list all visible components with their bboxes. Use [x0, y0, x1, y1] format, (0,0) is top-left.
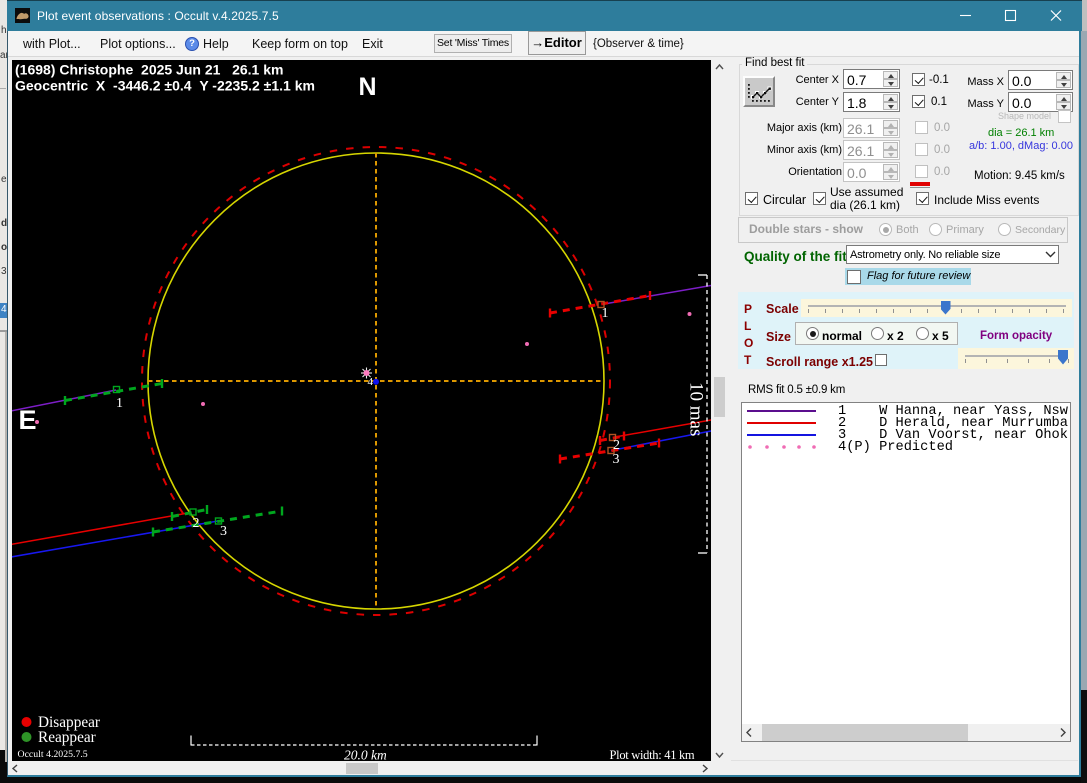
- svg-text:Occult 4.2025.7.5: Occult 4.2025.7.5: [18, 749, 88, 760]
- svg-text:20.0 km: 20.0 km: [344, 748, 387, 762]
- svg-text:3: 3: [220, 524, 227, 539]
- svg-text:(1698) Christophe 2025 Jun 21: (1698) Christophe 2025 Jun 21 26.1 km: [15, 62, 283, 78]
- svg-text:1: 1: [602, 306, 609, 321]
- svg-text:E: E: [19, 405, 37, 435]
- svg-text:Reappear: Reappear: [38, 729, 96, 746]
- svg-text:1: 1: [116, 396, 123, 411]
- svg-text:3: 3: [613, 452, 620, 467]
- svg-text:Plot width: 41 km: Plot width: 41 km: [610, 748, 695, 761]
- svg-text:2: 2: [193, 516, 200, 531]
- svg-text:4: 4: [368, 376, 374, 388]
- svg-text:10 mas: 10 mas: [686, 382, 707, 436]
- svg-text:2: 2: [613, 438, 620, 453]
- svg-text:N: N: [359, 73, 377, 101]
- svg-text:Geocentric X -3446.2 ±0.4 Y: Geocentric X -3446.2 ±0.4 Y -2235.2 ±1.1…: [15, 78, 315, 94]
